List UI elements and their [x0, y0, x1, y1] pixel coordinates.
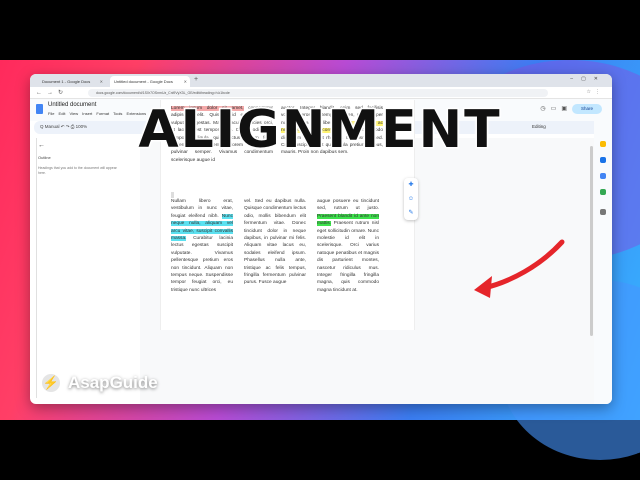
browser-tab-untitled-document[interactable]: Untitled document - Google Docs ✕ [110, 76, 190, 87]
emoji-reaction-icon[interactable]: ☺ [404, 192, 418, 206]
suggest-edit-icon[interactable]: ✎ [404, 206, 418, 220]
browser-tab-document-1[interactable]: Document 1 - Google Docs ✕ [38, 76, 106, 87]
new-tab-icon[interactable]: + [194, 76, 198, 83]
side-panel [594, 121, 612, 404]
close-icon[interactable]: ✕ [100, 79, 103, 84]
lightning-bolt-icon: ⚡ [40, 372, 62, 394]
vertical-ruler [32, 138, 37, 398]
browser-menu-icons[interactable]: ☆⋮ [587, 89, 604, 95]
contacts-icon[interactable] [600, 173, 606, 179]
window-controls[interactable]: –▢✕ [570, 76, 606, 82]
document-outline: ← Outline Headings that you add to the d… [38, 142, 138, 292]
pointer-arrow [474, 239, 565, 298]
floating-comment-tools: ✚ ☺ ✎ [404, 178, 418, 220]
paragraph-text: Curabitur lacinia lectus egestas suscipi… [171, 236, 233, 293]
tab-label: Document 1 - Google Docs [42, 79, 91, 84]
paragraph-text: vel. Sed eu dapibus nulla. Quisque condi… [244, 199, 306, 286]
navigation-buttons[interactable]: ←→↻ [36, 89, 68, 96]
scrollbar[interactable] [590, 146, 593, 336]
paragraph-text: Praesent rutrum nisl eget sollicitudin o… [317, 221, 379, 293]
tab-strip: Document 1 - Google Docs ✕ Untitled docu… [30, 74, 612, 87]
text-column-5[interactable]: augue posuere eu tincidunt sed, rutrum u… [317, 198, 379, 294]
add-addon-icon[interactable] [600, 209, 606, 215]
add-comment-icon[interactable]: ✚ [404, 178, 418, 192]
video-frame: Document 1 - Google Docs ✕ Untitled docu… [0, 0, 640, 480]
tab-label: Untitled document - Google Docs [114, 79, 173, 84]
url-field[interactable]: docs.google.com/document/d/1S0r7OSnmUz_C… [88, 89, 548, 97]
address-bar: ←→↻ docs.google.com/document/d/1S0r7OSnm… [30, 87, 612, 99]
close-icon[interactable]: ✕ [184, 79, 187, 84]
overlay-title: ALIGNMENT [137, 99, 502, 162]
brand-name: AsapGuide [68, 373, 158, 392]
text-column-3[interactable]: Nullam libero erat, vestibulum in nunc v… [171, 198, 233, 294]
paragraph-text: augue posuere eu tincidunt sed, rutrum u… [317, 199, 379, 212]
outline-hint: Headings that you add to the document wi… [38, 166, 117, 175]
maps-icon[interactable] [600, 189, 606, 195]
text-column-4[interactable]: vel. Sed eu dapibus nulla. Quisque condi… [244, 198, 306, 287]
